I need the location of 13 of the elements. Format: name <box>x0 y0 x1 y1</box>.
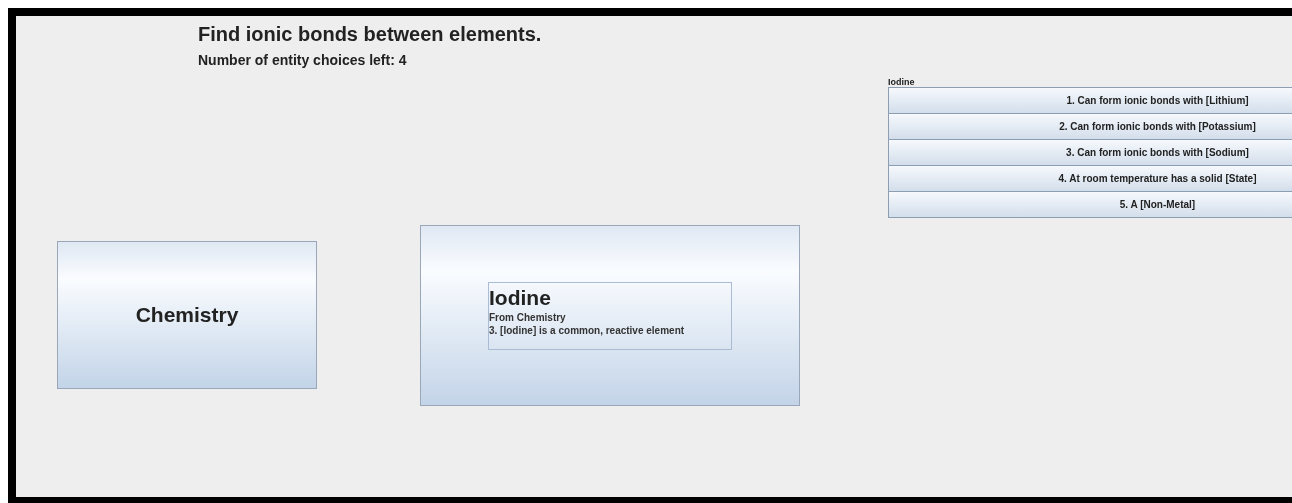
fact-choice-button[interactable]: 4. At room temperature has a solid [State] <box>888 165 1292 192</box>
choices-title: Iodine <box>888 76 916 88</box>
entity-card[interactable]: Iodine From Chemistry 3. [Iodine] is a common, reactive element <box>420 225 800 406</box>
category-card[interactable]: Chemistry <box>57 241 317 389</box>
fact-choice-button[interactable]: 1. Can form ionic bonds with [Lithium] <box>888 87 1292 114</box>
task-title: Find ionic bonds between elements. <box>198 22 543 46</box>
fact-choice-button[interactable]: 3. Can form ionic bonds with [Sodium] <box>888 139 1292 166</box>
entity-fact: 3. [Iodine] is a common, reactive element <box>489 323 686 337</box>
entity-name: Iodine <box>489 284 552 311</box>
fact-choice-button[interactable]: 2. Can form ionic bonds with [Potassium] <box>888 113 1292 140</box>
fact-choice-button[interactable]: 5. A [Non-Metal] <box>888 191 1292 218</box>
entity-origin: From Chemistry <box>489 310 567 324</box>
choices-left-text: Number of entity choices left: 4 <box>198 51 408 70</box>
